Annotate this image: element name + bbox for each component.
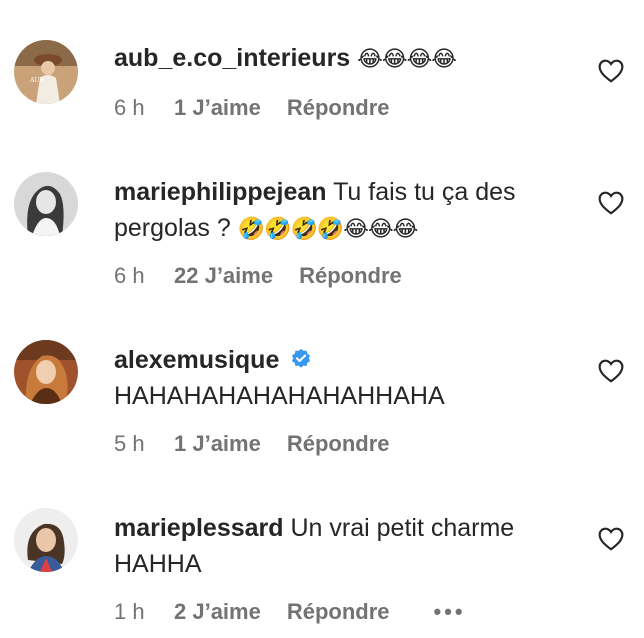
comment-emoji: 😂😂😂😂 xyxy=(357,47,457,72)
reply-button[interactable]: Répondre xyxy=(287,431,390,457)
comment-likes[interactable]: 2 J’aime xyxy=(174,599,261,625)
avatar[interactable] xyxy=(14,340,78,404)
heart-outline-icon[interactable] xyxy=(598,359,624,383)
comment-time[interactable]: 1 h xyxy=(114,599,174,625)
comment-likes[interactable]: 22 J’aime xyxy=(174,263,273,289)
comment-likes[interactable]: 1 J’aime xyxy=(174,431,261,457)
comment-text: alexemusique HAHAHAHAHAHAHAHHAHA xyxy=(114,342,534,414)
comment-meta: 5 h 1 J’aime Répondre xyxy=(114,431,390,457)
comment-emoji: 🤣🤣🤣🤣😂😂😂 xyxy=(237,217,419,242)
comment-text: mariephilippejean Tu fais tu ça des perg… xyxy=(114,174,534,248)
comment-username[interactable]: alexemusique xyxy=(114,346,279,374)
comment-meta: 6 h 1 J’aime Répondre xyxy=(114,95,390,121)
comment-likes[interactable]: 1 J’aime xyxy=(174,95,261,121)
comment-text: marieplessard Un vrai petit charme HAHHA xyxy=(114,510,534,582)
comment-meta: 6 h 22 J’aime Répondre xyxy=(114,263,402,289)
avatar[interactable]: AUB xyxy=(14,40,78,104)
reply-button[interactable]: Répondre xyxy=(287,95,390,121)
heart-outline-icon[interactable] xyxy=(598,527,624,551)
reply-button[interactable]: Répondre xyxy=(287,599,390,625)
more-horizontal-icon[interactable]: ••• xyxy=(434,599,466,625)
reply-button[interactable]: Répondre xyxy=(299,263,402,289)
comment-text: aub_e.co_interieurs 😂😂😂😂 xyxy=(114,40,534,78)
comment-username[interactable]: aub_e.co_interieurs xyxy=(114,44,350,72)
avatar[interactable] xyxy=(14,172,78,236)
comment-username[interactable]: marieplessard xyxy=(114,514,284,542)
comment-time[interactable]: 5 h xyxy=(114,431,174,457)
comment-time[interactable]: 6 h xyxy=(114,263,174,289)
comment-username[interactable]: mariephilippejean xyxy=(114,178,327,206)
avatar[interactable] xyxy=(14,508,78,572)
comment-meta: 1 h 2 J’aime Répondre ••• xyxy=(114,599,466,625)
verified-badge-icon xyxy=(292,348,311,368)
comment-time[interactable]: 6 h xyxy=(114,95,174,121)
heart-outline-icon[interactable] xyxy=(598,191,624,215)
heart-outline-icon[interactable] xyxy=(598,59,624,83)
comment-body: HAHAHAHAHAHAHAHHAHA xyxy=(114,382,445,410)
svg-text:AUB: AUB xyxy=(29,77,44,84)
